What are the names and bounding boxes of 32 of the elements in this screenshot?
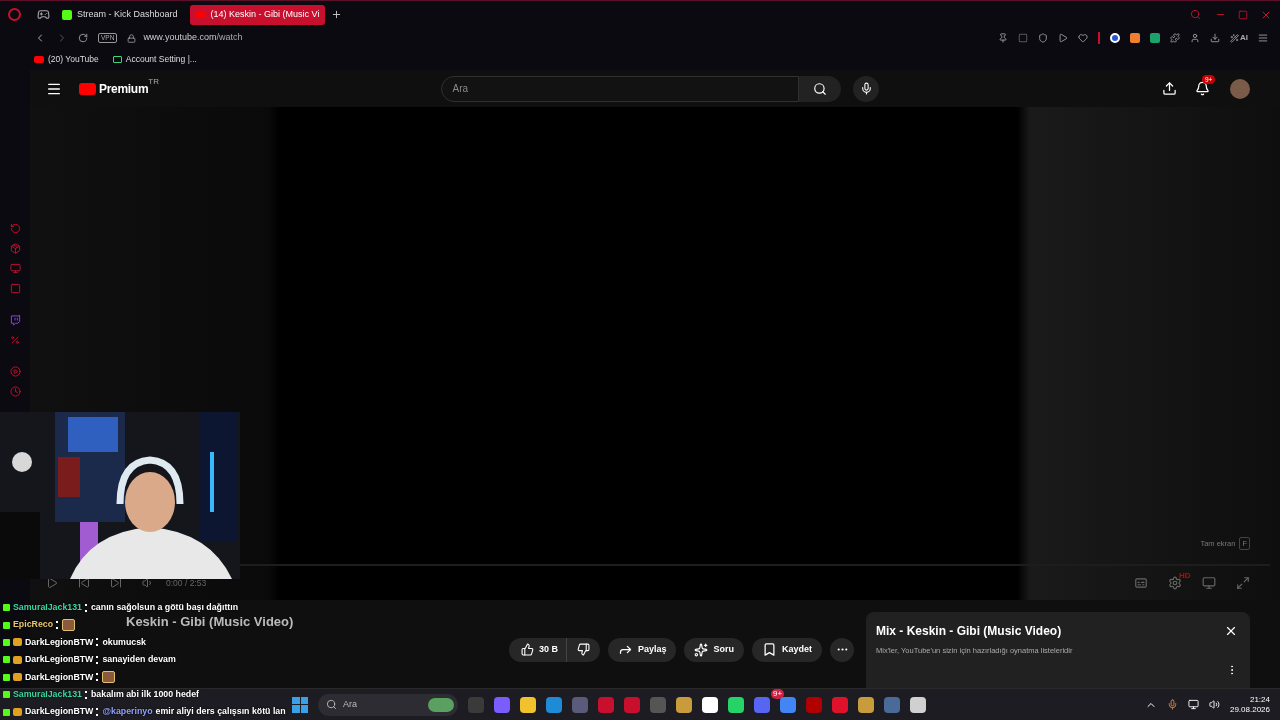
chat-message: emir aliyi ders çalışsın kötü lan	[155, 705, 286, 719]
action-button[interactable]: Paylaş	[607, 637, 677, 662]
action-button[interactable]: Soru	[684, 637, 744, 662]
time-display: 0:00 / 2:53	[166, 576, 207, 590]
bookmark-link[interactable]: (20) YouTube	[34, 52, 99, 66]
ai-button[interactable]: AI	[1230, 32, 1248, 44]
address-field[interactable]: www.youtube.com/watch	[143, 31, 243, 45]
chat-username: DarkLegionBTW	[25, 670, 94, 684]
video-title: Keskin - Gibi (Music Video)	[126, 613, 294, 631]
chat-message: canın sağolsun a götü başı dağıttın	[90, 601, 239, 615]
region-label: TR	[148, 76, 159, 88]
action-button[interactable]: Kaydet	[752, 637, 822, 662]
search-field[interactable]: Ara	[441, 75, 800, 102]
app-badge: 9+	[771, 688, 785, 699]
chat-message: bakalım abi ilk 1000 hedef	[90, 688, 200, 702]
bookmark-link[interactable]: Account Setting |...	[112, 52, 197, 66]
chat-message: sanayiden devam	[102, 653, 176, 667]
quality-label: HD	[1179, 570, 1191, 582]
chat-username: DarkLegionBTW	[25, 705, 94, 719]
clock[interactable]: 21:24 29.08.2026	[1229, 694, 1270, 715]
premium-logo[interactable]: Premium	[99, 79, 149, 98]
chat-username: DarkLegionBTW	[25, 635, 94, 649]
chat-username: EpicReco	[13, 618, 54, 632]
chat-username: SamuraIJack131	[13, 601, 82, 615]
chat-username: SamuraIJack131	[13, 688, 82, 702]
browser-tab[interactable]: Stream - Kick Dashboard	[56, 4, 184, 25]
taskbar-search-field[interactable]: Ara	[318, 693, 458, 716]
chat-message: okumucsk	[102, 635, 146, 649]
chat-mention: @kaperinyo	[102, 705, 153, 719]
chat-username: DarkLegionBTW	[25, 653, 94, 667]
browser-tab[interactable]: (14) Keskin - Gibi (Music Vi	[189, 4, 326, 25]
mix-title: Mix - Keskin - Gibi (Music Video)	[876, 623, 1063, 640]
